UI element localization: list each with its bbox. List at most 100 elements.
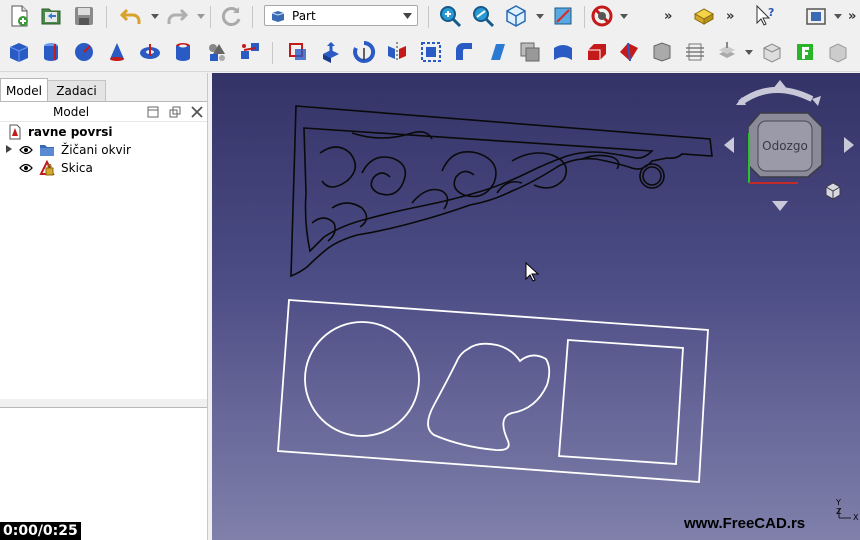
- toolbar-separator: [272, 42, 273, 64]
- nav-arrow-up-icon[interactable]: [772, 80, 788, 90]
- undo-icon[interactable]: [118, 3, 144, 29]
- redo-icon[interactable]: [164, 3, 190, 29]
- whats-this-icon[interactable]: ?: [752, 3, 778, 29]
- watermark: www.FreeCAD.rs: [684, 515, 806, 532]
- part-primitives-icon[interactable]: [204, 39, 230, 65]
- tree-item-wireframe[interactable]: Žičani okvir: [0, 141, 207, 159]
- part-torus-icon[interactable]: [137, 39, 163, 65]
- refresh-icon[interactable]: [218, 3, 244, 29]
- part-cone-icon[interactable]: [104, 39, 130, 65]
- part-revolve-icon[interactable]: [351, 39, 377, 65]
- part-ruled-surface-icon[interactable]: [517, 39, 543, 65]
- tree-item-label: ravne povrsi: [28, 125, 113, 139]
- fit-selection-icon[interactable]: [470, 3, 496, 29]
- nav-arrow-down-icon[interactable]: [772, 201, 788, 211]
- combo-view-panel: Model Zadaci Model ravne povrsi Žičani o…: [0, 73, 208, 540]
- document-icon: [9, 124, 21, 140]
- fit-all-icon[interactable]: [437, 3, 463, 29]
- nav-arrow-left-icon[interactable]: [724, 137, 734, 153]
- part-sphere-icon[interactable]: [71, 39, 97, 65]
- tab-tasks[interactable]: Zadaci: [48, 80, 106, 102]
- sketch-icon: [39, 160, 55, 176]
- float-panel-icon[interactable]: [169, 106, 181, 118]
- main-toolbar: Part » » ? »: [0, 0, 860, 36]
- tab-model[interactable]: Model: [0, 78, 48, 102]
- navcube-face-label[interactable]: Odozgo: [762, 139, 808, 153]
- toolbar-separator: [252, 6, 253, 28]
- thickness-dropdown-icon[interactable]: [745, 48, 753, 56]
- bounding-box-dropdown-icon[interactable]: [834, 12, 842, 20]
- part-common-icon[interactable]: [825, 39, 851, 65]
- tree-item-label: Skica: [61, 161, 93, 175]
- 3d-view[interactable]: Odozgo Y Z X www.FreeCAD.rs: [212, 73, 860, 540]
- part-thickness-icon[interactable]: [714, 39, 740, 65]
- part-workbench-small-icon: [271, 10, 285, 22]
- eye-icon[interactable]: [19, 163, 33, 173]
- more-tools-icon[interactable]: »: [726, 9, 734, 24]
- part-fillet-icon[interactable]: [418, 39, 444, 65]
- plate-outline[interactable]: [277, 299, 709, 483]
- plate-wireframe[interactable]: [277, 299, 709, 483]
- restore-panel-icon[interactable]: [147, 106, 159, 118]
- tree-item-label: Žičani okvir: [61, 143, 131, 157]
- part-section-icon[interactable]: [616, 39, 642, 65]
- part-sweep-icon[interactable]: [584, 39, 610, 65]
- open-icon[interactable]: [38, 3, 64, 29]
- redo-dropdown-icon[interactable]: [197, 12, 205, 20]
- expand-arrow-icon[interactable]: [6, 145, 12, 153]
- mouse-cursor: [525, 261, 540, 282]
- navigation-cube[interactable]: Odozgo: [724, 80, 854, 211]
- part-offset-icon[interactable]: [682, 39, 708, 65]
- freeform-cutout[interactable]: [427, 342, 551, 451]
- part-box-icon[interactable]: [6, 39, 32, 65]
- rotate-right-icon[interactable]: [812, 96, 821, 106]
- undo-dropdown-icon[interactable]: [151, 12, 159, 20]
- more-tools-icon[interactable]: »: [664, 9, 672, 24]
- panel-splitter[interactable]: [0, 399, 207, 407]
- rotate-left-icon[interactable]: [738, 86, 814, 106]
- video-timer: 0:00/0:25: [0, 522, 81, 540]
- part-make-face-icon[interactable]: [484, 39, 510, 65]
- part-workbench-icon[interactable]: [691, 3, 717, 29]
- tree-item-document[interactable]: ravne povrsi: [0, 123, 207, 141]
- model-tree: Model ravne povrsi Žičani okvir Skica: [0, 101, 207, 399]
- part-toolbar: [0, 36, 860, 72]
- part-tube-icon[interactable]: [170, 39, 196, 65]
- std-measure-icon[interactable]: [550, 3, 576, 29]
- part-shape-builder-icon[interactable]: [237, 39, 263, 65]
- workbench-label: Part: [292, 8, 316, 23]
- svg-text:?: ?: [768, 6, 774, 19]
- scene-canvas[interactable]: Odozgo Y Z X: [212, 73, 860, 540]
- axis-triad: Y Z X: [835, 498, 859, 522]
- more-tools-icon[interactable]: »: [848, 9, 856, 24]
- ornamental-bracket[interactable]: [290, 105, 713, 278]
- part-from-shape-icon[interactable]: [285, 39, 311, 65]
- draw-style-dropdown-icon[interactable]: [620, 12, 628, 20]
- view-isometric-icon[interactable]: [503, 3, 529, 29]
- eye-icon[interactable]: [19, 145, 33, 155]
- part-chamfer-icon[interactable]: [451, 39, 477, 65]
- circle-cutout[interactable]: [304, 321, 420, 437]
- part-cut-icon[interactable]: [792, 39, 818, 65]
- axis-label-x: X: [853, 513, 859, 522]
- toolbar-separator: [210, 6, 211, 28]
- part-extrude-icon[interactable]: [318, 39, 344, 65]
- part-mirror-icon[interactable]: [384, 39, 410, 65]
- workbench-selector[interactable]: Part: [264, 5, 418, 26]
- part-boolean-icon[interactable]: [759, 39, 785, 65]
- part-cross-sections-icon[interactable]: [649, 39, 675, 65]
- view-dropdown-icon[interactable]: [536, 12, 544, 20]
- toolbar-separator: [428, 6, 429, 28]
- square-cutout[interactable]: [558, 339, 684, 465]
- save-icon[interactable]: [71, 3, 97, 29]
- toolbar-separator: [106, 6, 107, 28]
- part-loft-icon[interactable]: [550, 39, 576, 65]
- new-document-icon[interactable]: [6, 3, 32, 29]
- no-draw-style-icon[interactable]: [589, 3, 615, 29]
- tree-item-sketch[interactable]: Skica: [0, 159, 207, 177]
- nav-arrow-right-icon[interactable]: [844, 137, 854, 153]
- bounding-box-icon[interactable]: [803, 3, 829, 29]
- toolbar-separator: [584, 6, 585, 28]
- close-panel-icon[interactable]: [191, 106, 203, 118]
- part-cylinder-icon[interactable]: [38, 39, 64, 65]
